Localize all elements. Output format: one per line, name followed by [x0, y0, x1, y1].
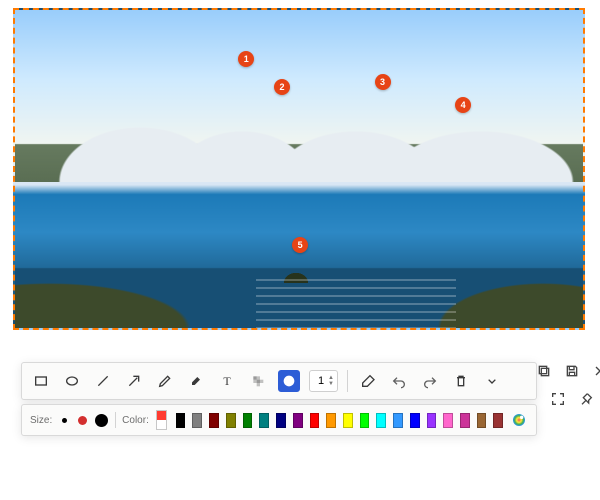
blur-tool[interactable] — [247, 370, 269, 392]
color-label: Color: — [122, 415, 149, 426]
fullscreen-button[interactable] — [549, 390, 567, 408]
color-swatch[interactable] — [427, 413, 437, 428]
pencil-tool[interactable] — [154, 370, 176, 392]
background-swatch — [157, 420, 166, 429]
action-bar — [544, 362, 599, 408]
pin-button[interactable] — [577, 390, 595, 408]
eraser-tool[interactable] — [357, 370, 379, 392]
options-toolbar: Size: Color: — [21, 404, 537, 436]
brush-size-medium[interactable] — [77, 411, 88, 429]
rectangle-tool[interactable] — [30, 370, 52, 392]
annotation-badge[interactable]: 1 — [238, 51, 254, 67]
color-swatch[interactable] — [276, 413, 286, 428]
close-button[interactable] — [591, 362, 600, 380]
brush-size-large[interactable] — [95, 411, 108, 429]
pencil-icon — [157, 373, 173, 389]
annotation-badge[interactable]: 4 — [455, 97, 471, 113]
expand-icon — [550, 391, 566, 407]
blur-icon — [250, 373, 266, 389]
more-menu[interactable] — [481, 370, 503, 392]
foreground-swatch — [157, 411, 166, 420]
redo-icon — [422, 373, 438, 389]
copy-icon — [536, 363, 552, 379]
annotation-toolbar: 1 ▲ ▼ — [21, 362, 537, 400]
options-separator — [115, 412, 116, 428]
color-swatch[interactable] — [243, 413, 253, 428]
color-swatch[interactable] — [376, 413, 386, 428]
pin-icon — [578, 391, 594, 407]
color-indicator[interactable] — [156, 410, 167, 430]
text-tool[interactable] — [216, 370, 238, 392]
size-label: Size: — [30, 415, 52, 426]
capture-selection[interactable]: 1 2 3 4 5 — [13, 8, 585, 330]
save-icon — [564, 363, 580, 379]
annotation-badge[interactable]: 2 — [274, 79, 290, 95]
close-icon — [592, 363, 600, 379]
line-tool[interactable] — [92, 370, 114, 392]
text-icon — [219, 373, 235, 389]
brush-dot — [95, 414, 108, 427]
line-icon — [95, 373, 111, 389]
arrow-icon — [126, 373, 142, 389]
color-swatch[interactable] — [343, 413, 353, 428]
numbered-badge-tool[interactable] — [278, 370, 300, 392]
brush-size-small[interactable] — [59, 411, 70, 429]
delete-button[interactable] — [450, 370, 472, 392]
annotation-badge[interactable]: 5 — [292, 237, 308, 253]
landscape-island — [276, 259, 316, 283]
badge-icon — [281, 373, 297, 389]
dropdown-icon — [484, 373, 500, 389]
color-swatch[interactable] — [293, 413, 303, 428]
brush-dot — [62, 418, 67, 423]
trash-icon — [453, 373, 469, 389]
color-swatch[interactable] — [259, 413, 269, 428]
color-swatch[interactable] — [443, 413, 453, 428]
undo-icon — [391, 373, 407, 389]
highlighter-tool[interactable] — [185, 370, 207, 392]
color-swatch[interactable] — [410, 413, 420, 428]
color-swatch[interactable] — [209, 413, 219, 428]
toolbar-separator — [347, 370, 348, 392]
color-swatch[interactable] — [477, 413, 487, 428]
color-swatch[interactable] — [326, 413, 336, 428]
ellipse-tool[interactable] — [61, 370, 83, 392]
copy-button[interactable] — [535, 362, 553, 380]
color-swatch[interactable] — [192, 413, 202, 428]
redo-button[interactable] — [419, 370, 441, 392]
color-swatch[interactable] — [226, 413, 236, 428]
badge-counter[interactable]: 1 ▲ ▼ — [309, 370, 338, 392]
undo-button[interactable] — [388, 370, 410, 392]
color-swatch[interactable] — [310, 413, 320, 428]
arrow-tool[interactable] — [123, 370, 145, 392]
marker-icon — [188, 373, 204, 389]
eraser-icon — [360, 373, 376, 389]
save-button[interactable] — [563, 362, 581, 380]
color-swatch[interactable] — [393, 413, 403, 428]
color-picker-button[interactable] — [510, 409, 528, 431]
ellipse-icon — [64, 373, 80, 389]
rect-icon — [33, 373, 49, 389]
color-swatch[interactable] — [360, 413, 370, 428]
color-swatch[interactable] — [460, 413, 470, 428]
color-swatch[interactable] — [176, 413, 186, 428]
badge-counter-value: 1 — [316, 375, 326, 387]
color-swatch[interactable] — [493, 413, 503, 428]
brush-dot — [78, 416, 87, 425]
annotation-badge[interactable]: 3 — [375, 74, 391, 90]
counter-down[interactable]: ▼ — [328, 381, 334, 387]
